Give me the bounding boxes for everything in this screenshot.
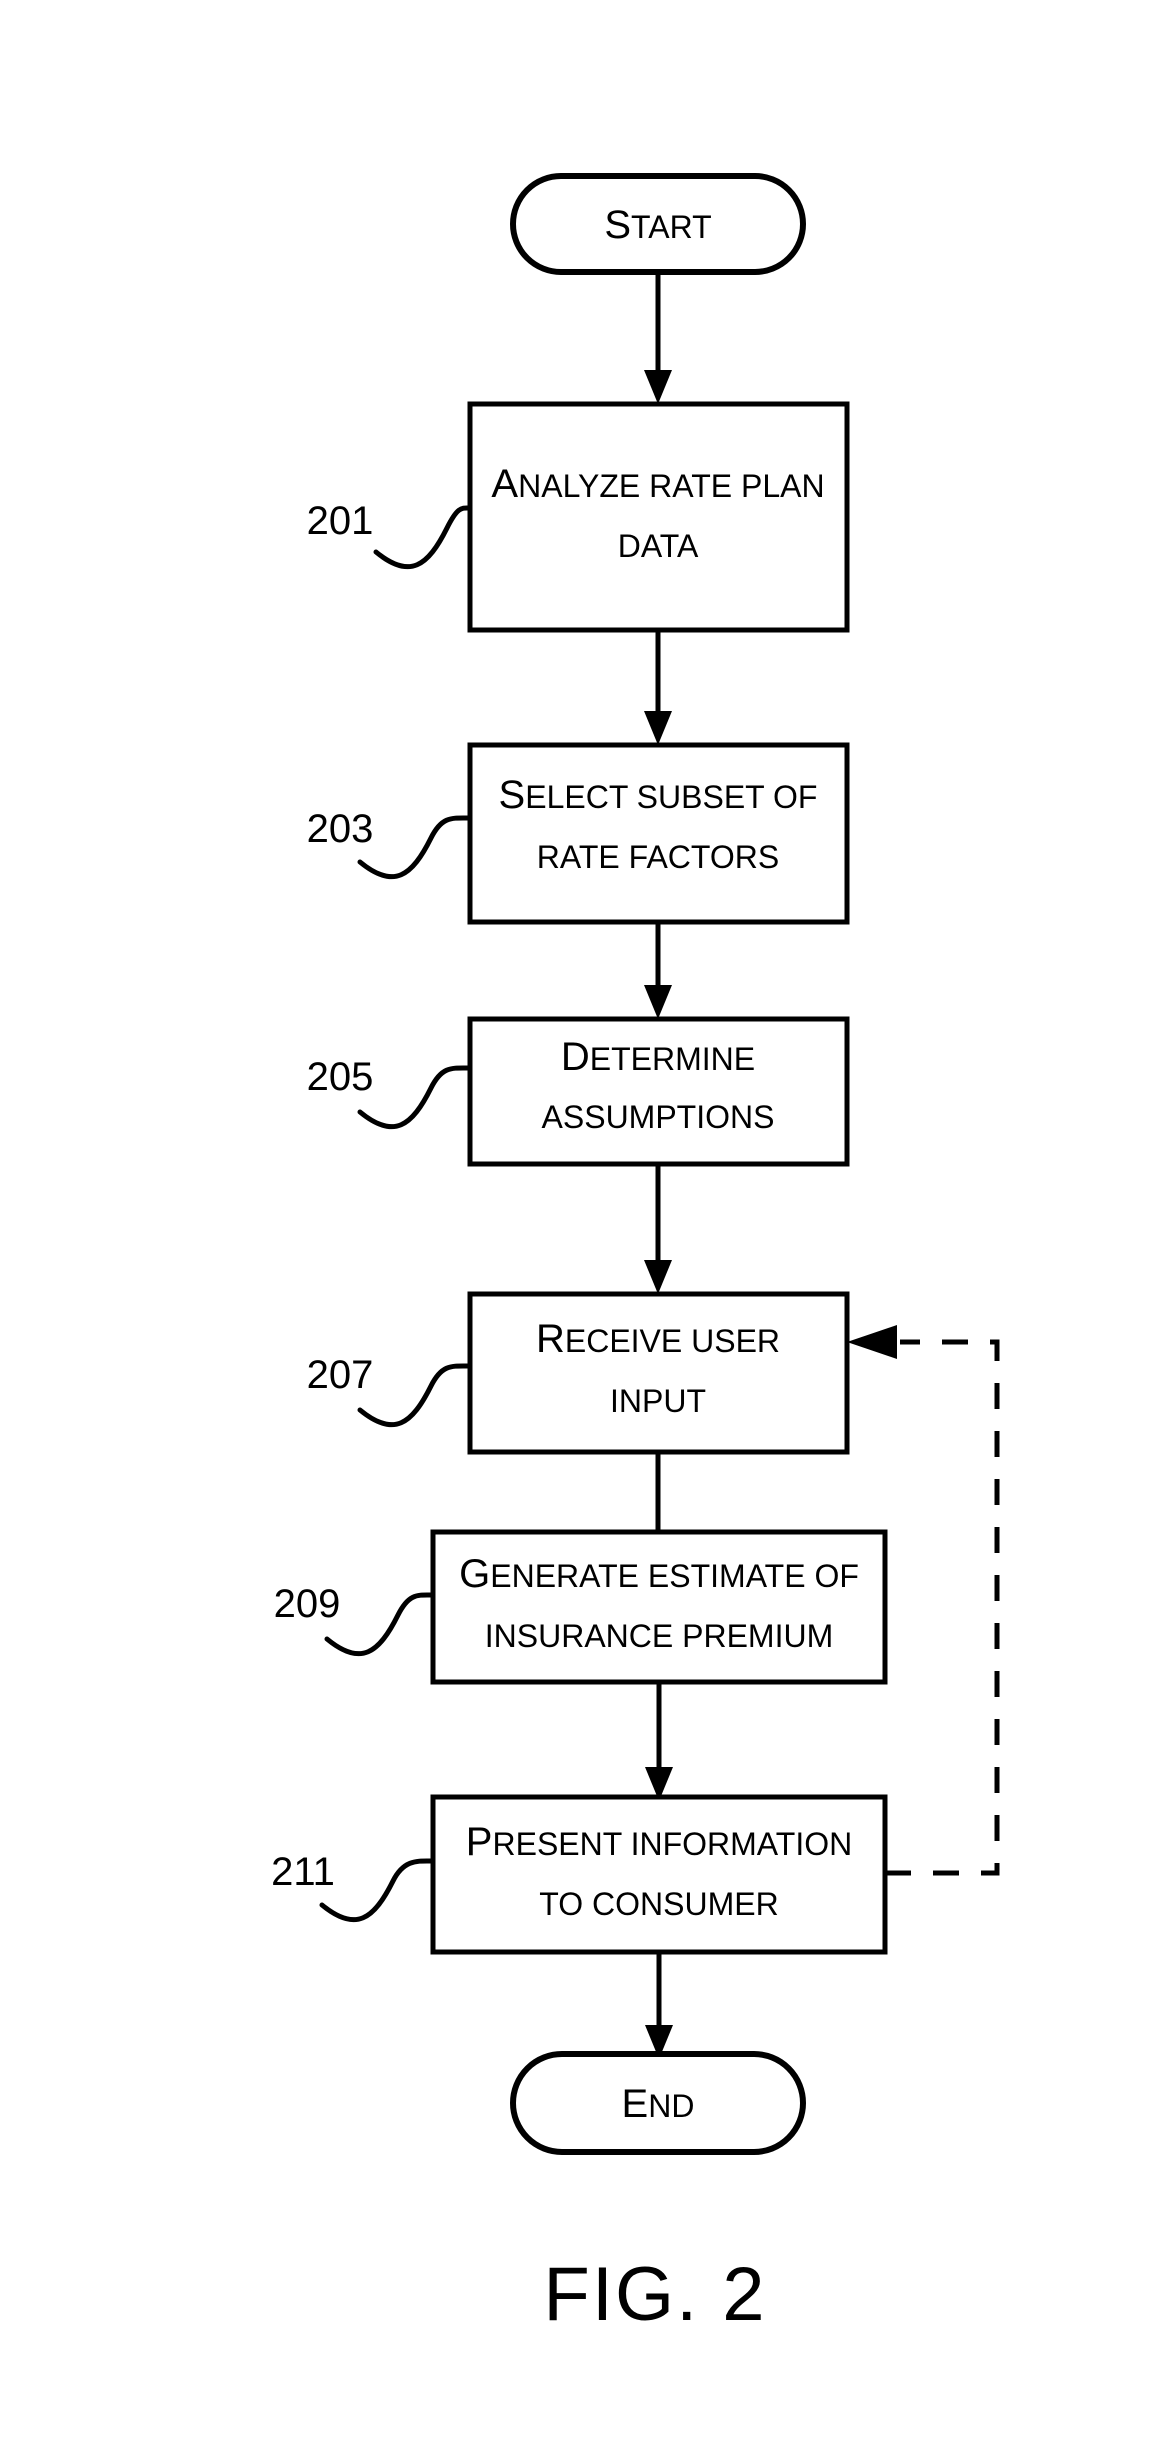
node-start: START [510,173,806,275]
reference-203: 203 [307,807,473,880]
ref-number-207: 207 [307,1353,374,1397]
step209-label-line2: INSURANCE PREMIUM [485,1618,833,1654]
reference-211: 211 [271,1850,436,1923]
step207-label-line2: INPUT [610,1383,706,1419]
connector-201-to-203 [644,630,672,745]
reference-209: 209 [274,1582,436,1657]
reference-201: 201 [307,499,473,570]
step203-label-line1: SELECT SUBSET OF [499,773,818,817]
connector-start-to-201 [644,272,672,404]
arrow-head-left-icon [847,1325,897,1359]
node-end: END [510,2051,806,2155]
patent-figure: START ANALYZE RATE PLAN DATA 201 SELECT … [0,0,1167,2438]
arrow-head-down-icon [644,985,672,1019]
leader-line-211 [319,1858,436,1923]
connector-203-to-205 [644,922,672,1019]
leader-line-207 [357,1363,473,1428]
step211-label-line1: PRESENT INFORMATION [466,1820,852,1864]
step209-box [430,1529,888,1685]
step203-box [467,742,850,925]
step201-label-line2: DATA [618,528,699,564]
step207-box [467,1291,850,1455]
step205-label-line2: ASSUMPTIONS [542,1099,775,1135]
ref-number-209: 209 [274,1582,341,1626]
ref-number-211: 211 [271,1850,335,1894]
connector-205-to-207 [644,1164,672,1294]
reference-205: 205 [307,1055,473,1130]
node-step209: GENERATE ESTIMATE OF INSURANCE PREMIUM [430,1529,888,1685]
node-step211: PRESENT INFORMATION TO CONSUMER [430,1794,888,1955]
leader-line-201 [373,505,473,570]
connector-211-to-end [645,1952,673,2059]
ref-number-205: 205 [307,1055,374,1099]
leader-line-205 [357,1065,473,1130]
step207-label-line1: RECEIVE USER [536,1317,780,1361]
step201-box [467,401,850,633]
step211-box [430,1794,888,1955]
node-step201: ANALYZE RATE PLAN DATA [467,401,850,633]
arrow-head-down-icon [644,711,672,745]
feedback-dashed-path [885,1339,1000,1876]
step209-label-line1: GENERATE ESTIMATE OF [459,1552,859,1596]
step203-label-line2: RATE FACTORS [537,839,779,875]
node-step203: SELECT SUBSET OF RATE FACTORS [467,742,850,925]
ref-number-203: 203 [307,807,374,851]
start-label: START [604,203,711,247]
step211-label-line2: TO CONSUMER [539,1886,778,1922]
arrow-head-down-icon [644,370,672,404]
arrow-head-down-icon [644,1260,672,1294]
node-step207: RECEIVE USER INPUT [467,1291,850,1455]
connector-209-to-211 [645,1682,673,1801]
flowchart-svg: START ANALYZE RATE PLAN DATA 201 SELECT … [271,173,1000,2337]
step205-label-line1: DETERMINE [561,1035,755,1079]
node-step205: DETERMINE ASSUMPTIONS [467,1016,850,1167]
reference-207: 207 [307,1353,473,1428]
step201-label-line1: ANALYZE RATE PLAN [491,462,824,506]
leader-line-203 [357,815,473,880]
end-label: END [622,2082,695,2126]
figure-caption: FIG. 2 [543,2252,766,2337]
ref-number-201: 201 [307,499,374,543]
leader-line-209 [324,1592,436,1657]
